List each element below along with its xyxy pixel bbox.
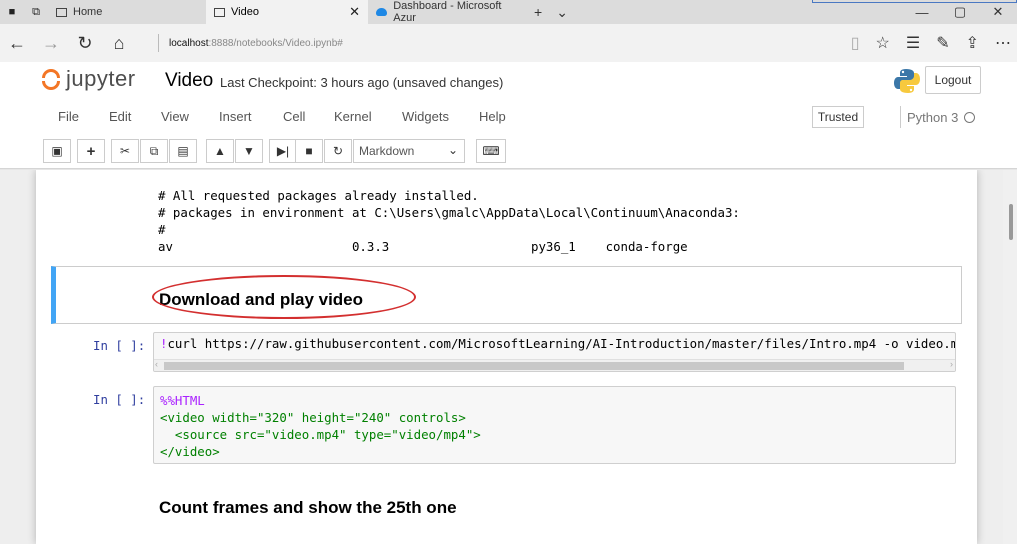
- close-tab-icon[interactable]: ✕: [349, 4, 360, 20]
- jupyter-menubar: File Edit View Insert Cell Kernel Widget…: [0, 100, 1017, 134]
- favorite-star-icon[interactable]: ☆: [876, 33, 890, 53]
- jupyter-toolbar: ▣ + ✂ ⧉ ▤ ▲ ▼ ▶| ■ ↻ Markdown ⌄ ⌨: [0, 134, 1017, 168]
- menu-insert[interactable]: Insert: [219, 109, 252, 124]
- cell-type-value: Markdown: [359, 144, 415, 158]
- minimize-button[interactable]: —: [903, 5, 941, 20]
- tab-azure-dashboard[interactable]: Dashboard - Microsoft Azur: [368, 0, 526, 24]
- tab-label: Dashboard - Microsoft Azur: [393, 0, 502, 24]
- scrollbar-thumb[interactable]: [164, 362, 904, 370]
- python-logo-icon: [894, 69, 920, 93]
- notebook-name[interactable]: Video: [165, 70, 213, 92]
- tab-list-chevron-icon[interactable]: ⌄: [556, 4, 568, 21]
- input-prompt: In [ ]:: [93, 392, 146, 407]
- code-cell-curl[interactable]: !curl https://raw.githubusercontent.com/…: [153, 332, 956, 372]
- maximize-button[interactable]: ▢: [941, 4, 979, 20]
- move-up-arrow-icon[interactable]: ▲: [206, 139, 234, 163]
- code-line: %%HTML: [160, 393, 205, 408]
- scroll-left-icon[interactable]: ‹: [155, 359, 158, 369]
- jupyter-wordmark: jupyter: [66, 66, 136, 91]
- interrupt-stop-icon[interactable]: ■: [295, 139, 323, 163]
- cell-type-select[interactable]: Markdown ⌄: [353, 139, 465, 163]
- tab-home[interactable]: Home: [48, 0, 206, 24]
- move-down-arrow-icon[interactable]: ▼: [235, 139, 263, 163]
- code-text: curl https://raw.githubusercontent.com/M…: [167, 336, 956, 351]
- run-step-icon[interactable]: ▶|: [269, 139, 297, 163]
- home-icon[interactable]: ⌂: [102, 33, 136, 54]
- code-block: %%HTML <video width="320" height="240" c…: [154, 387, 955, 462]
- output-line: # packages in environment at C:\Users\gm…: [158, 205, 740, 220]
- chevron-down-icon: ⌄: [447, 143, 458, 157]
- menu-kernel[interactable]: Kernel: [334, 109, 372, 124]
- reading-view-icon[interactable]: ▯: [851, 33, 860, 53]
- window-menu-icon[interactable]: ■: [0, 0, 24, 24]
- cut-scissors-icon[interactable]: ✂: [111, 139, 139, 163]
- code-cell-html-video[interactable]: %%HTML <video width="320" height="240" c…: [153, 386, 956, 464]
- code-line: <video width="320" height="240" controls…: [160, 410, 466, 425]
- window-controls: — ▢ ✕: [903, 0, 1017, 24]
- tab-video[interactable]: Video ✕: [206, 0, 368, 24]
- markdown-cell-selected[interactable]: Download and play video: [51, 266, 962, 324]
- refresh-icon[interactable]: ↻: [68, 33, 102, 54]
- share-icon[interactable]: ⇪: [966, 33, 979, 53]
- close-window-button[interactable]: ✕: [979, 4, 1017, 20]
- url-path: :8888/notebooks/Video.ipynb#: [208, 37, 343, 49]
- output-line: #: [158, 222, 166, 237]
- menu-view[interactable]: View: [161, 109, 189, 124]
- tab-preview-icon[interactable]: ⧉: [24, 0, 48, 24]
- web-note-pen-icon[interactable]: ✎: [936, 33, 949, 53]
- code-line: </video>: [160, 444, 220, 459]
- browser-tab-strip: ■ ⧉ Home Video ✕ Dashboard - Microsoft A…: [0, 0, 1017, 24]
- save-icon[interactable]: ▣: [43, 139, 71, 163]
- page-scrollbar[interactable]: [1003, 170, 1017, 544]
- checkpoint-status: Last Checkpoint: 3 hours ago (unsaved ch…: [220, 75, 504, 90]
- copy-icon[interactable]: ⧉: [140, 139, 168, 163]
- notebook-page: # All requested packages already install…: [36, 170, 977, 544]
- cell-output: # All requested packages already install…: [158, 187, 740, 255]
- trusted-badge[interactable]: Trusted: [812, 106, 864, 128]
- address-bar: ← → ↻ ⌂ localhost:8888/notebooks/Video.i…: [0, 24, 1017, 62]
- notebook-area[interactable]: # All requested packages already install…: [0, 170, 1017, 544]
- tab-label: Video: [231, 6, 259, 18]
- azure-cloud-icon: [376, 8, 388, 16]
- code-line: <source src="video.mp4" type="video/mp4"…: [160, 427, 481, 442]
- page-icon: [214, 7, 225, 17]
- url-field[interactable]: localhost:8888/notebooks/Video.ipynb#: [158, 34, 343, 52]
- input-prompt: In [ ]:: [93, 338, 146, 353]
- annotation-circle: [152, 275, 416, 319]
- menu-cell[interactable]: Cell: [283, 109, 305, 124]
- output-line: # All requested packages already install…: [158, 188, 479, 203]
- back-arrow-icon[interactable]: ←: [0, 33, 34, 54]
- output-line: av 0.3.3 py36_1 conda-forge: [158, 239, 688, 254]
- menu-file[interactable]: File: [58, 109, 79, 124]
- forward-arrow-icon[interactable]: →: [34, 33, 68, 54]
- kernel-indicator: Python 3: [900, 106, 976, 128]
- horizontal-scrollbar[interactable]: ‹ ›: [154, 359, 955, 371]
- kernel-name: Python 3: [907, 109, 959, 125]
- url-host: localhost: [169, 37, 209, 49]
- hub-icon[interactable]: ☰: [906, 33, 920, 53]
- scroll-right-icon[interactable]: ›: [950, 359, 953, 369]
- restart-icon[interactable]: ↻: [324, 139, 352, 163]
- menu-widgets[interactable]: Widgets: [402, 109, 449, 124]
- keyboard-icon[interactable]: ⌨: [476, 139, 506, 163]
- page-scrollbar-thumb[interactable]: [1009, 204, 1013, 240]
- paste-icon[interactable]: ▤: [169, 139, 197, 163]
- logout-button[interactable]: Logout: [925, 66, 981, 94]
- kernel-idle-icon: [964, 111, 976, 123]
- menu-help[interactable]: Help: [479, 109, 506, 124]
- insert-cell-plus-icon[interactable]: +: [77, 139, 105, 163]
- markdown-heading: Count frames and show the 25th one: [159, 498, 457, 517]
- jupyter-logo[interactable]: jupyter: [42, 66, 136, 92]
- tab-label: Home: [73, 6, 103, 18]
- menu-edit[interactable]: Edit: [109, 109, 131, 124]
- code-line: !curl https://raw.githubusercontent.com/…: [154, 333, 955, 354]
- page-icon: [56, 7, 67, 17]
- more-icon[interactable]: ⋯: [995, 33, 1011, 53]
- new-tab-button[interactable]: +: [534, 4, 542, 20]
- jupyter-logo-icon: [42, 67, 60, 91]
- jupyter-header: jupyter Video Last Checkpoint: 3 hours a…: [0, 62, 1017, 100]
